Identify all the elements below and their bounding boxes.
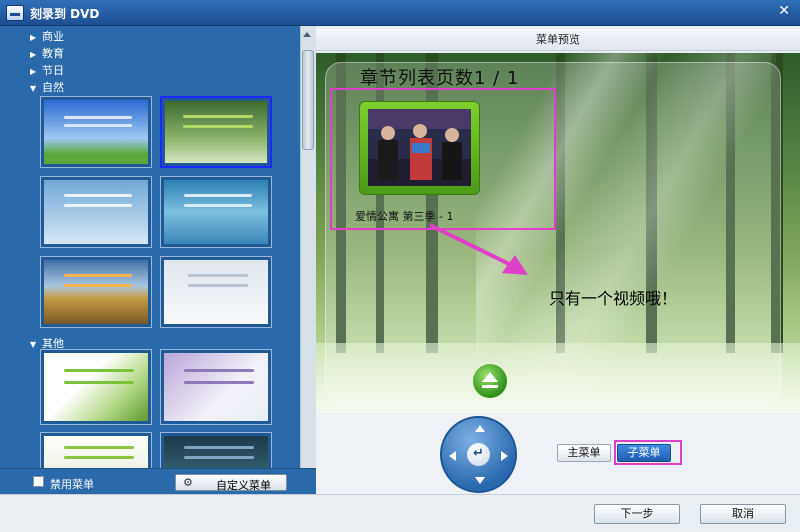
expand-arrow-icon: ▶ (30, 50, 37, 59)
template-thumbnail[interactable] (160, 176, 272, 248)
category-business[interactable]: ▶ 商业 (30, 28, 64, 44)
annotation-text: 只有一个视频哦！ (549, 289, 678, 308)
arrow-right-icon[interactable] (501, 451, 508, 461)
category-education[interactable]: ▶ 教育 (30, 45, 64, 61)
window-title: 刻录到 DVD (30, 7, 100, 21)
custom-menu-button[interactable]: ⚙ 自定义菜单 (175, 474, 287, 492)
disable-menu-checkbox[interactable] (33, 476, 44, 487)
video-scene-image (368, 109, 471, 186)
disable-menu-label: 禁用菜单 (50, 478, 94, 491)
scroll-up-icon[interactable] (303, 32, 311, 37)
scroll-thumb[interactable] (302, 50, 314, 150)
template-thumbnail[interactable] (40, 256, 152, 328)
dpad-control[interactable]: ↵ (440, 416, 517, 493)
arrow-up-icon[interactable] (475, 425, 485, 432)
category-nature[interactable]: ▼ 自然 (30, 79, 64, 95)
template-thumbnail[interactable] (40, 176, 152, 248)
enter-icon[interactable]: ↵ (467, 443, 490, 466)
app-icon (6, 5, 24, 21)
template-thumbnail[interactable] (40, 96, 152, 168)
expand-arrow-icon: ▶ (30, 33, 37, 42)
template-thumbnail[interactable] (160, 349, 272, 425)
video-thumbnail[interactable] (368, 109, 471, 186)
arrow-left-icon[interactable] (449, 451, 456, 461)
dialog-footer (0, 494, 800, 532)
eject-icon (482, 372, 498, 382)
template-thumbnail[interactable] (40, 432, 152, 468)
template-thumbnail-selected[interactable] (160, 96, 272, 168)
gear-icon: ⚙ (183, 476, 193, 489)
title-bar: 刻录到 DVD ✕ (0, 0, 800, 26)
chapter-title: 章节列表页数1 / 1 (360, 68, 520, 89)
close-icon[interactable]: ✕ (778, 3, 790, 19)
preview-header: 菜单预览 (316, 29, 800, 51)
next-button[interactable]: 下一步 (594, 504, 680, 524)
cancel-button[interactable]: 取消 (700, 504, 786, 524)
annotation-arrow-icon (429, 223, 528, 275)
arrow-down-icon[interactable] (475, 477, 485, 484)
template-thumbnail[interactable] (160, 432, 272, 468)
category-holiday[interactable]: ▶ 节日 (30, 62, 64, 78)
eject-up-button[interactable] (471, 362, 509, 400)
template-thumbnail[interactable] (160, 256, 272, 328)
template-list: ▶ 商业 ▶ 教育 ▶ 节日 ▼ 自然 ▼ 其他 (0, 26, 300, 468)
collapse-arrow-icon: ▼ (30, 340, 37, 349)
template-thumbnail[interactable] (40, 349, 152, 425)
expand-arrow-icon: ▶ (30, 67, 37, 76)
main-menu-button[interactable]: 主菜单 (557, 444, 611, 462)
sub-menu-button[interactable]: 子菜单 (617, 444, 671, 462)
collapse-arrow-icon: ▼ (30, 84, 37, 93)
